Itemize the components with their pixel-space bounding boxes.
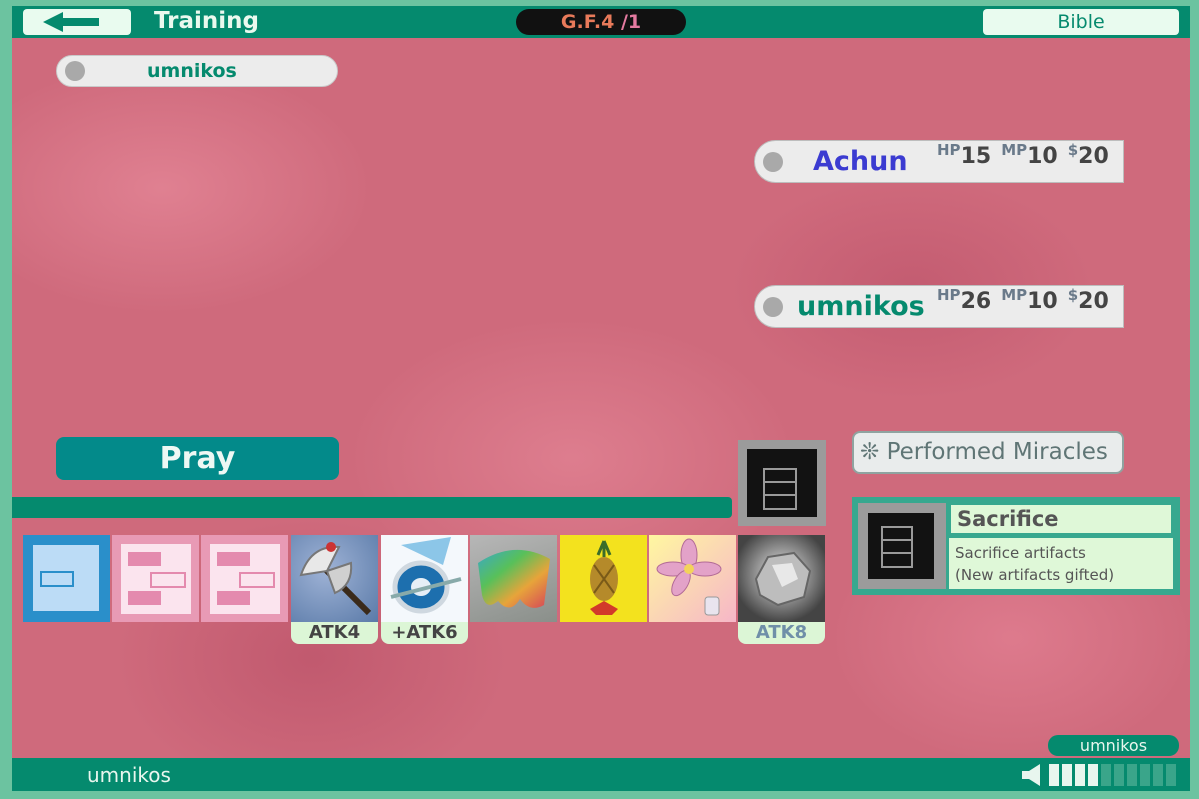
pray-button[interactable]: Pray: [56, 437, 339, 480]
card-stack-icon: [881, 526, 913, 568]
rock-attack-label: ATK8: [738, 622, 825, 644]
money-label: $: [1067, 286, 1079, 304]
hand-slot-rock[interactable]: [738, 535, 825, 622]
field-owner-tag: umnikos: [1048, 735, 1179, 756]
deck-pile[interactable]: [738, 440, 826, 526]
hand-slot-pink-2[interactable]: [201, 535, 288, 622]
axe-attack-label: ATK4: [291, 622, 378, 644]
miracles-label: Performed Miracles: [886, 439, 1108, 465]
bible-button[interactable]: Bible: [983, 9, 1179, 35]
hand-slot-pineapple[interactable]: [560, 535, 647, 622]
axe-icon: [299, 542, 372, 616]
rock-icon: [754, 551, 812, 607]
hand-slot-flower[interactable]: [649, 535, 736, 622]
card-glyph-icon: [40, 571, 74, 587]
sacrifice-desc-line1: Sacrifice artifacts: [955, 544, 1086, 562]
hp-value: 26: [960, 289, 992, 314]
volume-bar[interactable]: [1062, 764, 1072, 786]
hp-value: 15: [960, 144, 992, 169]
card-stack-icon: [763, 468, 797, 510]
volume-bar[interactable]: [1153, 764, 1163, 786]
hand-slot-shield[interactable]: [381, 535, 468, 622]
sacrifice-card[interactable]: Sacrifice Sacrifice artifacts (New artif…: [852, 497, 1180, 595]
player-name: Achun: [813, 146, 908, 177]
player-stats: HP15 MP10 $20: [937, 141, 1119, 169]
volume-bar[interactable]: [1075, 764, 1085, 786]
status-dot-icon: [65, 61, 85, 81]
volume-bar[interactable]: [1049, 764, 1059, 786]
volume-bar[interactable]: [1114, 764, 1124, 786]
volume-bar[interactable]: [1127, 764, 1137, 786]
bottom-bar: [12, 758, 1190, 791]
level-suffix: /1: [614, 11, 642, 33]
volume-bar[interactable]: [1140, 764, 1150, 786]
money-value: 20: [1078, 144, 1109, 169]
speaker-icon[interactable]: [1022, 764, 1042, 786]
hand-slot-pink-1[interactable]: [112, 535, 199, 622]
volume-bar[interactable]: [1101, 764, 1111, 786]
hand-track: [12, 497, 732, 518]
mp-label: MP: [1001, 141, 1028, 159]
hand-slot-selected[interactable]: [23, 535, 110, 622]
back-button[interactable]: [23, 9, 131, 35]
hand-slot-cloak[interactable]: [470, 535, 557, 622]
sacrifice-description: Sacrifice artifacts (New artifacts gifte…: [949, 538, 1173, 589]
pineapple-icon: [590, 540, 618, 615]
shield-attack-label: +ATK6: [381, 622, 468, 644]
player-stats: HP26 MP10 $20: [937, 286, 1119, 314]
opponent-name: umnikos: [147, 60, 237, 82]
mp-label: MP: [1001, 286, 1028, 304]
level-text: G.F.4: [560, 11, 615, 33]
money-value: 20: [1078, 289, 1109, 314]
deck-back: [747, 449, 817, 517]
sacrifice-icon-frame: [858, 503, 946, 589]
opponent-name-pill[interactable]: umnikos: [56, 55, 338, 87]
performed-miracles-button[interactable]: ❊ Performed Miracles: [852, 431, 1124, 474]
sacrifice-card-back: [868, 513, 934, 579]
player-card-achun[interactable]: Achun HP15 MP10 $20: [754, 140, 1124, 183]
mode-title: Training: [154, 8, 260, 34]
miracle-icon: ❊: [860, 439, 880, 465]
card-block-icon: [239, 572, 275, 588]
money-label: $: [1067, 141, 1079, 159]
flower-icon: [656, 538, 722, 616]
card-block-icon: [128, 591, 161, 605]
mp-value: 10: [1027, 289, 1058, 314]
hp-label: HP: [937, 286, 961, 304]
hand-slot-axe[interactable]: [291, 535, 378, 622]
back-arrow-icon: [43, 12, 99, 32]
volume-bar[interactable]: [1166, 764, 1176, 786]
card-block-icon: [128, 552, 161, 566]
cloak-icon: [478, 549, 550, 608]
sacrifice-title: Sacrifice: [949, 503, 1173, 535]
player-name: umnikos: [797, 291, 925, 322]
player-card-umnikos[interactable]: umnikos HP26 MP10 $20: [754, 285, 1124, 328]
mp-value: 10: [1027, 144, 1058, 169]
card-block-icon: [150, 572, 186, 588]
current-player-name: umnikos: [87, 763, 171, 787]
status-dot-icon: [763, 152, 783, 172]
level-indicator: G.F.4 /1: [516, 9, 686, 35]
hp-label: HP: [937, 141, 961, 159]
shield-icon: [390, 537, 462, 614]
card-block-icon: [217, 552, 250, 566]
card-block-icon: [217, 591, 250, 605]
status-dot-icon: [763, 297, 783, 317]
volume-bar[interactable]: [1088, 764, 1098, 786]
sacrifice-desc-line2: (New artifacts gifted): [955, 566, 1115, 584]
